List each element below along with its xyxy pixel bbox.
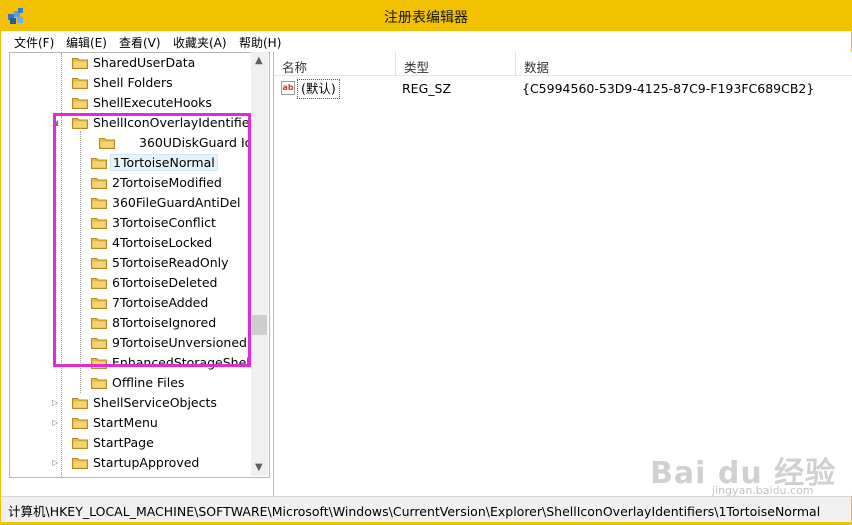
tree-item-label: StartMenu <box>93 415 158 430</box>
tree-item-label: 8TortoiseIgnored <box>112 315 217 330</box>
folder-icon <box>99 138 115 149</box>
tree-item[interactable]: ▷ StartupApproved <box>10 453 252 473</box>
tree-item[interactable]: StartPage <box>10 433 252 453</box>
menu-favorites[interactable]: 收藏夹(A) <box>173 34 227 51</box>
folder-icon <box>72 458 88 469</box>
tree-item[interactable]: ◢ ShellIconOverlayIdentifiers <box>10 113 261 133</box>
menu-edit[interactable]: 编辑(E) <box>66 34 107 51</box>
scroll-thumb[interactable] <box>252 315 267 335</box>
tree-item-label: 9TortoiseUnversioned <box>112 335 247 350</box>
tree-item-label: 3TortoiseConflict <box>112 215 216 230</box>
folder-icon <box>72 58 88 69</box>
expand-arrow-icon[interactable]: ▷ <box>52 418 60 427</box>
tree-item[interactable]: SharedUserData <box>10 53 252 73</box>
menu-view[interactable]: 查看(V) <box>119 34 161 51</box>
value-type: REG_SZ <box>402 81 452 96</box>
window-frame-left <box>0 31 1 525</box>
tree-item-label: StartPage <box>93 435 154 450</box>
tree-item[interactable]: 6TortoiseDeleted <box>10 273 252 293</box>
folder-icon <box>91 258 107 269</box>
folder-icon <box>91 378 107 389</box>
tree-item[interactable]: 5TortoiseReadOnly <box>10 253 252 273</box>
folder-icon <box>72 118 88 129</box>
tree-item-label: SharedUserData <box>93 55 196 70</box>
folder-icon <box>91 318 107 329</box>
menu-file[interactable]: 文件(F) <box>14 34 54 51</box>
folder-icon <box>91 278 107 289</box>
folder-icon <box>91 358 107 369</box>
tree-item-label: ShellIconOverlayIdentifiers <box>93 115 262 130</box>
value-data: {C5994560-53D9-4125-87C9-F193FC689CB2} <box>522 81 815 96</box>
tree-item[interactable]: ▷ StartMenu <box>10 413 252 433</box>
tree-item-label: ShellServiceObjects <box>93 395 217 410</box>
tree-item[interactable]: ▷ ShellServiceObjects <box>10 393 252 413</box>
column-header-name[interactable]: 名称 <box>274 52 396 76</box>
tree-item-label: Offline Files <box>112 375 185 390</box>
string-value-icon: ab <box>281 81 295 95</box>
folder-icon <box>91 158 107 169</box>
status-bar: 计算机\HKEY_LOCAL_MACHINE\SOFTWARE\Microsof… <box>1 496 851 521</box>
tree-item-label: 1TortoiseNormal <box>110 154 218 171</box>
folder-icon <box>91 238 107 249</box>
expanded-arrow-icon[interactable]: ◢ <box>52 118 60 127</box>
tree-item[interactable]: 3TortoiseConflict <box>10 213 252 233</box>
expand-arrow-icon[interactable]: ▷ <box>52 398 60 407</box>
baidu-watermark-url: jingyan.baidu.com <box>712 484 814 497</box>
tree-item-label: 6TortoiseDeleted <box>112 275 218 290</box>
tree-item-label: 4TortoiseLocked <box>112 235 213 250</box>
folder-icon <box>91 178 107 189</box>
tree-item-label: StartupApproved <box>93 455 200 470</box>
tree-item-label: 2TortoiseModified <box>112 175 222 190</box>
tree-item-label: Shell Folders <box>93 75 173 90</box>
tree-item-label: EnhancedStorageShell <box>112 355 254 370</box>
column-header-type[interactable]: 类型 <box>396 52 516 76</box>
values-list[interactable]: 名称 类型 数据 ab (默认) REG_SZ {C5994560-53D9-4… <box>273 52 852 496</box>
tree-item[interactable]: 7TortoiseAdded <box>10 293 252 313</box>
registry-tree[interactable]: SharedUserData Shell Folders ShellExecuteH… <box>9 52 270 478</box>
tree-item[interactable]: EnhancedStorageShell <box>10 353 254 373</box>
tree-item-label: 360FileGuardAntiDel <box>112 195 241 210</box>
tree-item[interactable]: 1TortoiseNormal <box>10 153 252 173</box>
tree-item[interactable]: ShellExecuteHooks <box>10 93 252 113</box>
folder-icon <box>72 98 88 109</box>
scroll-down-icon[interactable]: ▼ <box>255 462 263 473</box>
scroll-up-icon[interactable]: ▲ <box>255 55 263 66</box>
tree-item[interactable]: Shell Folders <box>10 73 252 93</box>
title-bar[interactable]: 注册表编辑器 <box>0 0 852 31</box>
tree-item[interactable]: 360UDiskGuard Ic <box>10 133 252 153</box>
tree-item-label: 360UDiskGuard Ic <box>139 135 252 150</box>
column-header-data[interactable]: 数据 <box>516 52 852 76</box>
window-title: 注册表编辑器 <box>384 10 468 26</box>
tree-item[interactable]: 360FileGuardAntiDel <box>10 193 252 213</box>
tree-item[interactable]: 8TortoiseIgnored <box>10 313 252 333</box>
folder-icon <box>72 438 88 449</box>
folder-icon <box>91 218 107 229</box>
tree-item[interactable]: Offline Files <box>10 373 252 393</box>
folder-icon <box>72 398 88 409</box>
value-row[interactable]: ab (默认) REG_SZ {C5994560-53D9-4125-87C9-… <box>274 79 852 99</box>
svg-text:ab: ab <box>283 83 294 92</box>
tree-item-label: 5TortoiseReadOnly <box>112 255 229 270</box>
tree-scrollbar[interactable]: ▲ ▼ <box>251 52 268 476</box>
menu-help[interactable]: 帮助(H) <box>239 34 281 51</box>
folder-icon <box>72 418 88 429</box>
tree-item-label: ShellExecuteHooks <box>93 95 212 110</box>
tree-item[interactable]: 4TortoiseLocked <box>10 233 252 253</box>
tree-item-label: 7TortoiseAdded <box>112 295 209 310</box>
expand-arrow-icon[interactable]: ▷ <box>52 458 60 467</box>
folder-icon <box>91 198 107 209</box>
folder-icon <box>91 338 107 349</box>
status-path: 计算机\HKEY_LOCAL_MACHINE\SOFTWARE\Microsof… <box>8 504 821 519</box>
folder-icon <box>72 78 88 89</box>
tree-item[interactable]: 9TortoiseUnversioned <box>10 333 252 353</box>
menu-bar: 文件(F) 编辑(E) 查看(V) 收藏夹(A) 帮助(H) <box>1 31 851 51</box>
value-name[interactable]: (默认) <box>297 79 340 99</box>
tree-item[interactable]: 2TortoiseModified <box>10 173 252 193</box>
folder-icon <box>91 298 107 309</box>
